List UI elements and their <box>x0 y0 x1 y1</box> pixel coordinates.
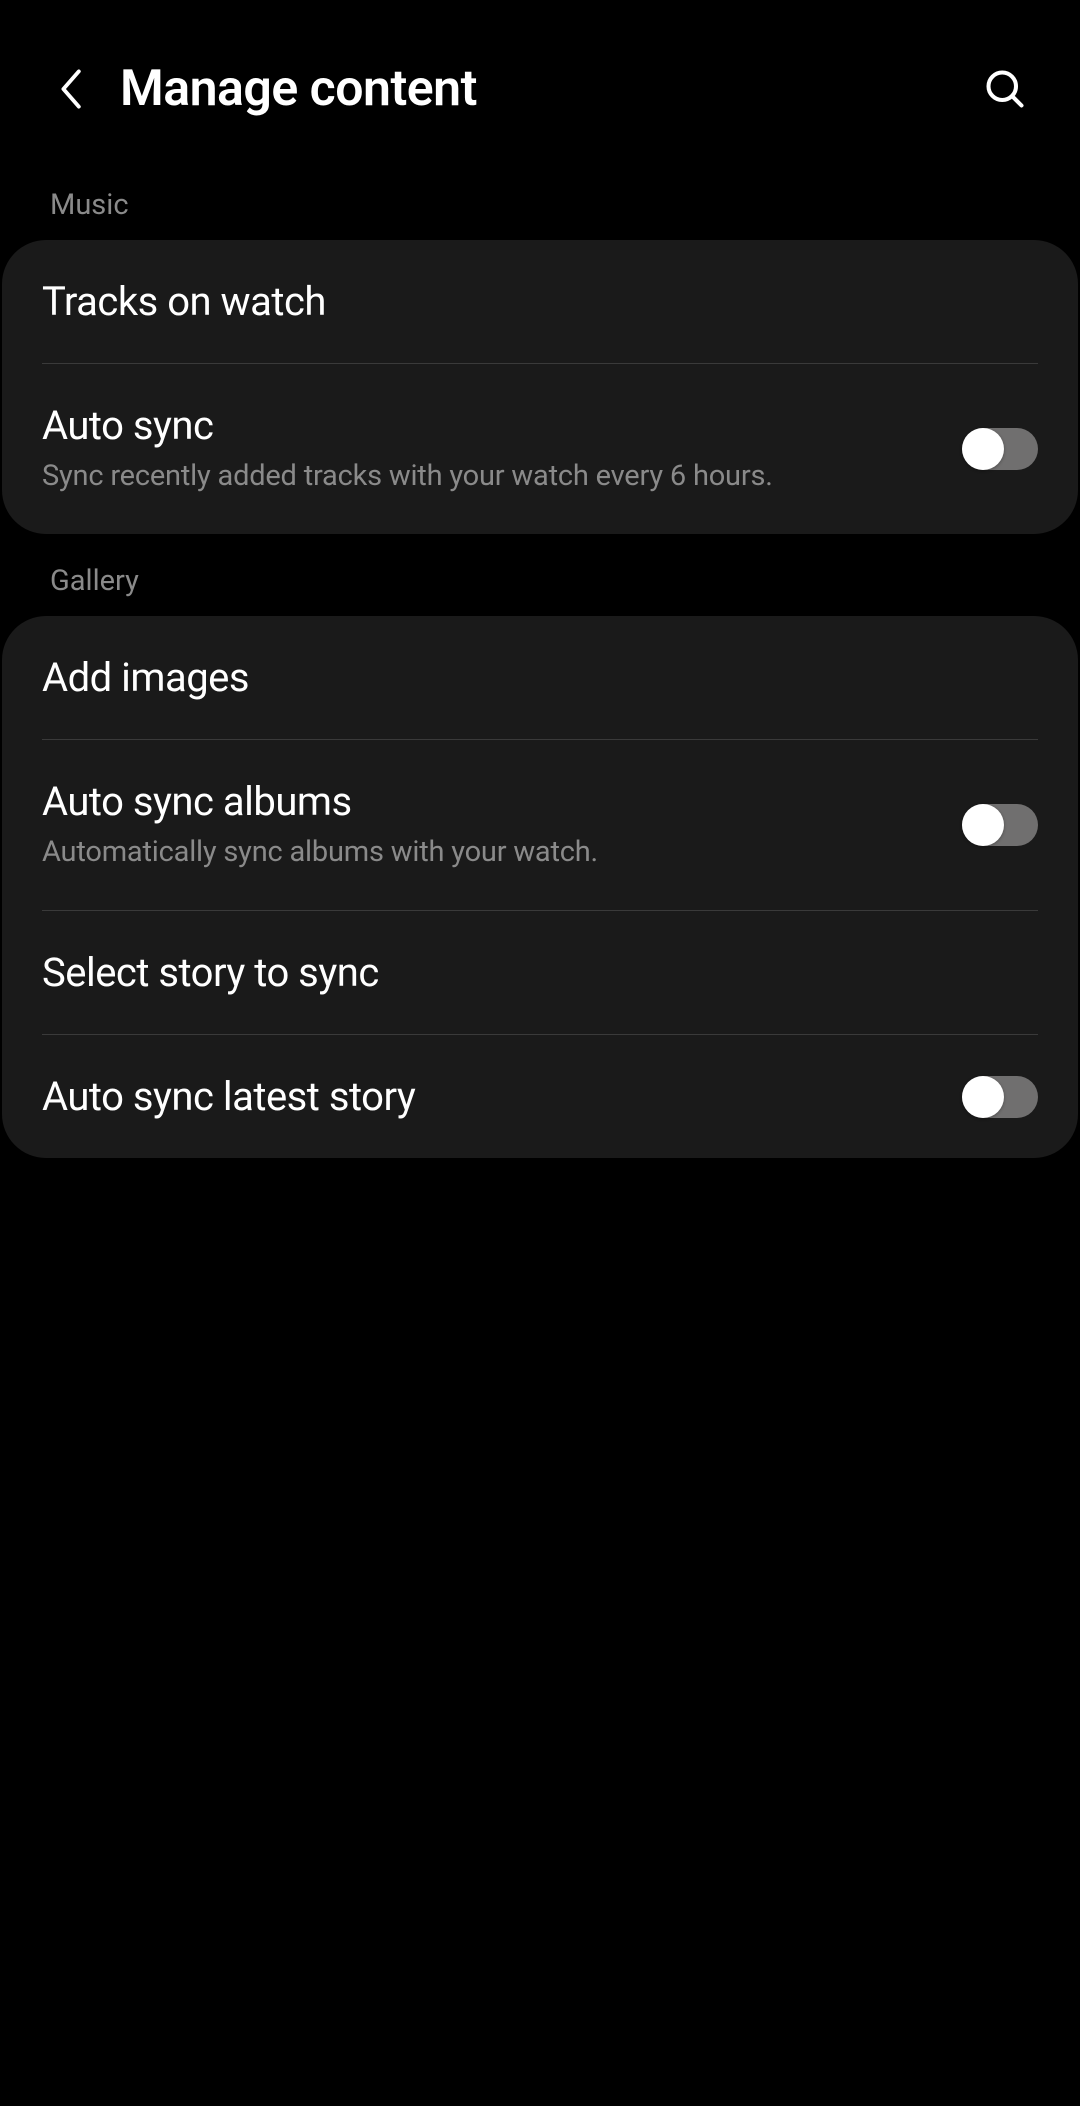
page-title: Manage content <box>120 60 950 118</box>
chevron-left-icon <box>56 67 84 111</box>
select-story-item[interactable]: Select story to sync <box>2 911 1078 1034</box>
tracks-on-watch-title: Tracks on watch <box>42 278 1018 325</box>
auto-sync-story-item[interactable]: Auto sync latest story <box>2 1035 1078 1158</box>
auto-sync-albums-subtitle: Automatically sync albums with your watc… <box>42 833 942 872</box>
gallery-section-card: Add images Auto sync albums Automaticall… <box>2 616 1078 1158</box>
app-header: Manage content <box>0 0 1080 158</box>
section-header-gallery: Gallery <box>0 534 1080 616</box>
auto-sync-albums-toggle[interactable] <box>962 804 1038 846</box>
auto-sync-music-title: Auto sync <box>42 402 942 449</box>
auto-sync-albums-title: Auto sync albums <box>42 778 942 825</box>
auto-sync-story-title: Auto sync latest story <box>42 1073 942 1120</box>
music-section-card: Tracks on watch Auto sync Sync recently … <box>2 240 1078 534</box>
select-story-title: Select story to sync <box>42 949 1018 996</box>
section-header-music: Music <box>0 158 1080 240</box>
auto-sync-music-subtitle: Sync recently added tracks with your wat… <box>42 457 942 496</box>
auto-sync-story-toggle[interactable] <box>962 1076 1038 1118</box>
auto-sync-albums-item[interactable]: Auto sync albums Automatically sync albu… <box>2 740 1078 910</box>
search-button[interactable] <box>980 64 1030 114</box>
auto-sync-music-toggle[interactable] <box>962 428 1038 470</box>
add-images-title: Add images <box>42 654 1018 701</box>
back-button[interactable] <box>50 69 90 109</box>
search-icon <box>983 67 1027 111</box>
tracks-on-watch-item[interactable]: Tracks on watch <box>2 240 1078 363</box>
add-images-item[interactable]: Add images <box>2 616 1078 739</box>
auto-sync-music-item[interactable]: Auto sync Sync recently added tracks wit… <box>2 364 1078 534</box>
